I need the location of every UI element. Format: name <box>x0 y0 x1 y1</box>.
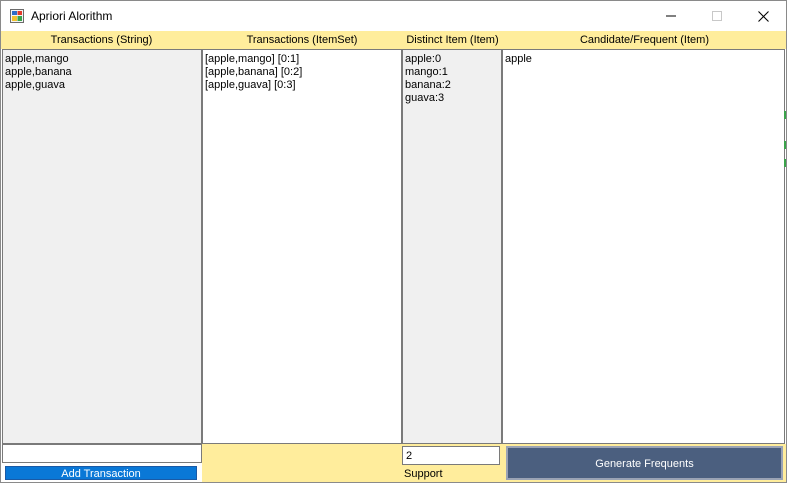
maximize-button[interactable] <box>694 1 740 31</box>
distinct-item[interactable]: apple:0 <box>405 53 499 66</box>
app-window: Apriori Alorithm Transactions (String) T… <box>0 0 787 483</box>
close-button[interactable] <box>740 1 786 31</box>
title-bar[interactable]: Apriori Alorithm <box>1 1 786 31</box>
window-title: Apriori Alorithm <box>31 9 113 23</box>
header-transactions-string: Transactions (String) <box>1 31 202 49</box>
transaction-itemset-item[interactable]: [apple,banana] [0:2] <box>205 66 399 79</box>
transactions-string-list[interactable]: apple,mango apple,banana apple,guava <box>2 49 202 444</box>
transactions-itemset-list[interactable]: [apple,mango] [0:1] [apple,banana] [0:2][… <box>202 49 402 444</box>
transaction-string-item[interactable]: apple,guava <box>5 79 199 92</box>
transaction-string-item[interactable]: apple,mango <box>5 53 199 66</box>
transaction-itemset-item[interactable]: [apple,guava] [0:3] <box>205 79 399 92</box>
transaction-itemset-item[interactable]: [apple,mango] [0:1] <box>205 53 399 66</box>
generate-frequents-button[interactable]: Generate Frequents <box>506 446 783 480</box>
header-candidate-frequent: Candidate/Frequent (Item) <box>503 31 786 49</box>
support-input[interactable] <box>402 446 500 465</box>
transaction-input[interactable] <box>2 444 202 463</box>
minimize-button[interactable] <box>648 1 694 31</box>
header-distinct-item: Distinct Item (Item) <box>402 31 503 49</box>
close-icon <box>757 10 769 22</box>
support-label: Support <box>404 468 443 480</box>
candidate-frequent-item[interactable]: apple <box>505 53 782 66</box>
app-icon <box>10 9 24 23</box>
header-transactions-itemset: Transactions (ItemSet) <box>202 31 402 49</box>
distinct-items-list[interactable]: apple:0 mango:1 banana:2 guava:3 <box>402 49 502 444</box>
minimize-icon <box>666 15 676 17</box>
distinct-item[interactable]: guava:3 <box>405 92 499 105</box>
distinct-item[interactable]: banana:2 <box>405 79 499 92</box>
maximize-icon <box>712 11 722 21</box>
candidate-frequent-list[interactable]: apple <box>502 49 785 444</box>
footer-spacer <box>202 444 402 482</box>
transaction-string-item[interactable]: apple,banana <box>5 66 199 79</box>
distinct-item[interactable]: mango:1 <box>405 66 499 79</box>
add-transaction-button[interactable]: Add Transaction <box>5 466 197 480</box>
